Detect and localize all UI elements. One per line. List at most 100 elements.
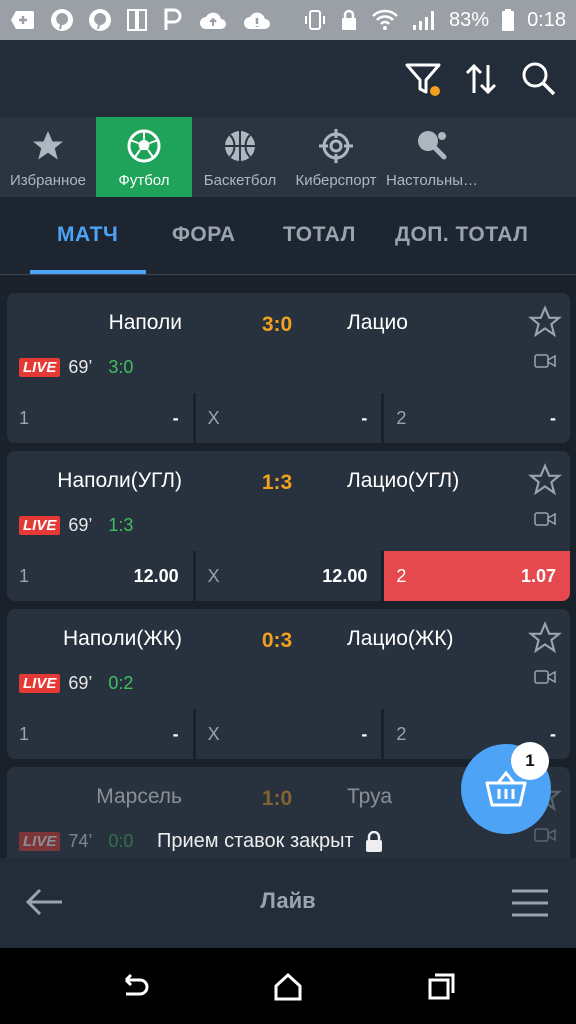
team-home: Марсель (96, 785, 182, 808)
pinterest-icon (89, 9, 111, 31)
match-teams: Наполи 3:0 Лацио (7, 311, 570, 341)
sport-favorites[interactable]: Избранное (0, 117, 96, 197)
odd-home[interactable]: 1- (7, 393, 193, 443)
match-score: 0:3 (261, 629, 293, 652)
odd-away[interactable]: 2- (384, 393, 570, 443)
cloud-alert-icon (244, 12, 270, 29)
battery-icon (502, 9, 515, 31)
team-away: Лацио(УГЛ) (347, 469, 460, 492)
video-icon[interactable] (534, 827, 556, 843)
team-away: Лацио (347, 311, 408, 334)
soccer-ball-icon (127, 129, 161, 163)
system-home-icon[interactable] (273, 972, 303, 1002)
cloud-upload-icon (200, 12, 226, 29)
team-away: Лацио(ЖК) (347, 627, 454, 650)
current-score: 1:3 (108, 515, 134, 535)
video-icon[interactable] (534, 511, 556, 527)
odd-draw[interactable]: X 12.00 (195, 551, 382, 601)
live-badge: LIVE (19, 674, 61, 693)
odd-label: 2 (396, 565, 407, 586)
filter-icon[interactable] (404, 60, 442, 98)
odd-draw[interactable]: X- (195, 709, 382, 759)
match-card[interactable]: Наполи 3:0 Лацио LIVE 69’ 3:0 1- X- 2- (7, 293, 570, 443)
plus-icon (11, 11, 34, 29)
sport-label: Избранное (9, 172, 87, 189)
odds-row: 1 12.00 X 12.00 2 1.07 (7, 551, 570, 601)
star-icon[interactable] (528, 621, 562, 655)
odd-label: 1 (19, 407, 30, 428)
match-score: 1:3 (261, 471, 293, 494)
pinterest-icon (51, 9, 73, 31)
bets-closed-text: Прием ставок закрыт (157, 830, 354, 852)
tab-total[interactable]: ТОТАЛ (283, 223, 356, 247)
tab-underline (30, 270, 146, 274)
odd-value: 1.07 (520, 565, 557, 586)
odd-label: 1 (19, 723, 30, 744)
match-score: 1:0 (261, 787, 293, 810)
odds-row: 1- X- 2- (7, 393, 570, 443)
star-icon (33, 131, 63, 160)
bets-closed-notice: Прием ставок закрыт (157, 830, 384, 853)
sport-football[interactable]: Футбол (96, 117, 192, 197)
system-back-icon[interactable] (118, 972, 150, 1002)
sport-esports[interactable]: Киберспорт (288, 117, 384, 197)
odd-label: X (207, 565, 220, 586)
odd-value: - (550, 407, 557, 428)
match-score: 3:0 (261, 313, 293, 336)
odd-value: - (172, 407, 179, 428)
sport-label: Футбол (118, 172, 170, 189)
status-left-icons (10, 8, 272, 32)
match-info: LIVE 69’ 1:3 (19, 515, 133, 536)
match-minute: 69’ (68, 515, 93, 535)
tab-match[interactable]: МАТЧ (57, 223, 118, 247)
team-home: Наполи(ЖК) (62, 627, 182, 650)
team-away: Труа (347, 785, 393, 808)
match-teams: Наполи(УГЛ) 1:3 Лацио(УГЛ) (7, 469, 570, 499)
odd-value: 12.00 (133, 565, 179, 586)
sport-label: Баскетбол (203, 172, 277, 189)
odd-value: - (361, 723, 368, 744)
system-recents-icon[interactable] (426, 972, 456, 1002)
book-icon (127, 9, 147, 31)
match-card[interactable]: Наполи(УГЛ) 1:3 Лацио(УГЛ) LIVE 69’ 1:3 … (7, 451, 570, 601)
odd-value: - (172, 723, 179, 744)
odd-label: X (207, 407, 220, 428)
odd-home[interactable]: 1 12.00 (7, 551, 193, 601)
odd-away[interactable]: 2 1.07 (384, 551, 570, 601)
live-badge: LIVE (19, 358, 61, 377)
ping-pong-icon (418, 131, 447, 160)
odd-value: 12.00 (322, 565, 368, 586)
menu-icon[interactable] (510, 888, 550, 918)
odd-value: - (361, 407, 368, 428)
odd-draw[interactable]: X- (195, 393, 382, 443)
team-home: Наполи(УГЛ) (57, 469, 182, 492)
crosshair-icon (319, 129, 353, 163)
match-info: LIVE 69’ 0:2 (19, 673, 133, 694)
match-teams: Наполи(ЖК) 0:3 Лацио(ЖК) (7, 627, 570, 657)
odd-label: 2 (396, 407, 407, 428)
sport-table-tennis[interactable]: Настольны… (384, 117, 480, 197)
bottom-title: Лайв (260, 888, 316, 913)
match-card[interactable]: Наполи(ЖК) 0:3 Лацио(ЖК) LIVE 69’ 0:2 1-… (7, 609, 570, 759)
star-icon[interactable] (528, 463, 562, 497)
sort-icon[interactable] (462, 60, 500, 98)
odd-home[interactable]: 1- (7, 709, 193, 759)
live-badge: LIVE (19, 516, 61, 535)
match-info: LIVE 74’ 0:0 (19, 831, 133, 852)
wifi-icon (372, 9, 398, 30)
star-icon[interactable] (528, 305, 562, 339)
status-bar: 83% 0:18 (0, 0, 576, 40)
app-bar (0, 40, 576, 117)
video-icon[interactable] (534, 669, 556, 685)
search-icon[interactable] (520, 60, 558, 98)
sport-basketball[interactable]: Баскетбол (192, 117, 288, 197)
video-icon[interactable] (534, 353, 556, 369)
basketball-icon (225, 131, 255, 161)
tab-extra-total[interactable]: ДОП. ТОТАЛ (395, 223, 528, 247)
sports-bar: Избранное Футбол Баскетбол Киберспорт На… (0, 117, 576, 197)
tab-handicap[interactable]: ФОРА (172, 223, 236, 247)
signal-icon (413, 11, 435, 30)
sport-label: Настольны… (385, 172, 479, 189)
match-minute: 69’ (68, 673, 93, 693)
battery-percent: 83% (449, 8, 490, 31)
